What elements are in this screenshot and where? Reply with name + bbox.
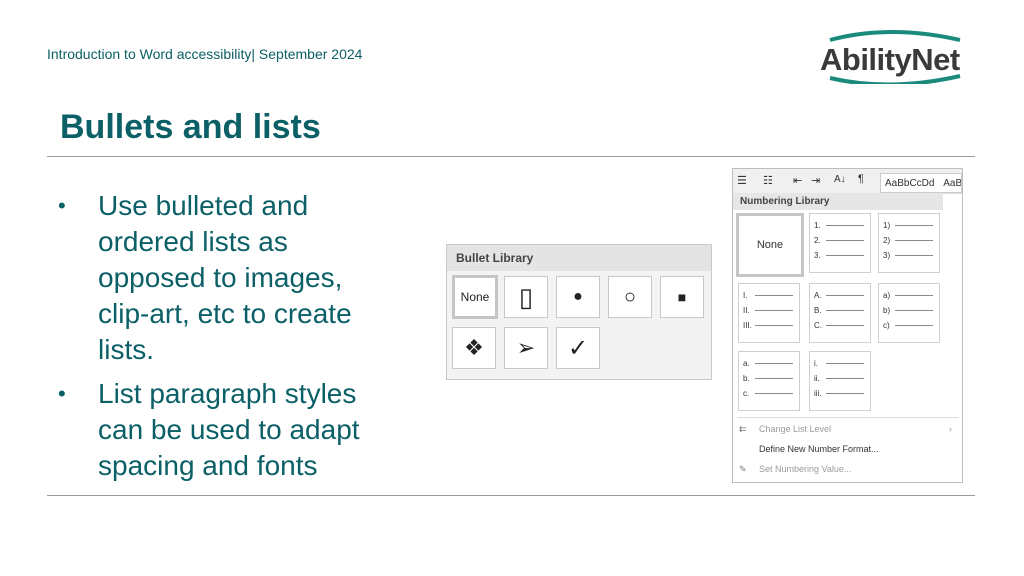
bullet-list: • Use bulleted and ordered lists as oppo… [58,188,388,492]
number-label: C. [814,320,822,330]
header-text: Introduction to Word accessibility| Sept… [47,46,363,62]
bullet-library-panel: Bullet Library None ▯ ● ○ ■ ❖ ➢ ✓ [446,244,712,380]
numbering-library-panel: ☰ ☷ ⇤ ⇥ A↓ ¶ AaBbCcDd AaB Numbering Libr… [732,168,963,483]
numbering-format-option[interactable]: 1. 2. 3. [809,213,871,273]
submenu-arrow-icon: › [949,424,952,434]
number-label: ii. [814,373,820,383]
list-item: • Use bulleted and ordered lists as oppo… [58,188,388,368]
footer-divider [47,495,975,496]
numbering-format-option[interactable]: A. B. C. [809,283,871,343]
numbering-none-option[interactable]: None [736,213,804,277]
bullet-filled-circle-option[interactable]: ● [556,276,600,318]
numbering-format-option[interactable]: a) b) c) [878,283,940,343]
set-numbering-value-icon: ✎ [739,464,747,474]
decrease-indent-icon[interactable]: ⇤ [793,174,802,187]
bullet-marker: • [58,193,66,218]
number-label: 1) [883,220,891,230]
number-label: b) [883,305,891,315]
sort-icon[interactable]: A↓ [834,174,846,185]
number-label: a. [743,358,750,368]
pilcrow-icon[interactable]: ¶ [858,173,864,185]
bullet-square-option[interactable]: ■ [660,276,704,318]
number-label: B. [814,305,822,315]
number-label: c. [743,388,750,398]
bullet-none-option[interactable]: None [452,275,498,319]
number-label: b. [743,373,750,383]
style-gallery-preview[interactable]: AaBbCcDd AaB [880,173,962,193]
bullet-hollow-circle-option[interactable]: ○ [608,276,652,318]
number-label: II. [743,305,750,315]
change-list-level-menu-item[interactable]: ⇇ Change List Level › [733,419,962,439]
title-divider [47,156,975,157]
bullet-checkmark-option[interactable]: ✓ [556,327,600,369]
number-label: a) [883,290,891,300]
number-label: 2. [814,235,821,245]
abilitynet-logo: AbilityNet [820,28,970,84]
number-label: 1. [814,220,821,230]
menu-item-label: Set Numbering Value... [759,464,852,474]
bullet-text: Use bulleted and ordered lists as oppose… [98,190,352,365]
number-label: iii. [814,388,822,398]
define-new-number-format-menu-item[interactable]: Define New Number Format... [733,439,962,459]
bullet-text: List paragraph styles can be used to ada… [98,378,360,481]
menu-divider [737,417,959,418]
number-label: i. [814,358,818,368]
bullets-icon[interactable]: ☰ [737,174,747,187]
bullet-diamond-option[interactable]: ❖ [452,327,496,369]
numbering-format-option[interactable]: I. II. III. [738,283,800,343]
number-label: I. [743,290,748,300]
number-label: 3. [814,250,821,260]
numbering-format-option[interactable]: a. b. c. [738,351,800,411]
set-numbering-value-menu-item[interactable]: ✎ Set Numbering Value... [733,459,962,479]
number-label: 2) [883,235,891,245]
multilevel-list-icon[interactable]: ☷ [763,174,773,187]
number-label: c) [883,320,890,330]
bullet-library-title: Bullet Library [447,245,711,271]
number-label: III. [743,320,752,330]
style-preview-normal[interactable]: AaBbCcDd [885,178,934,189]
list-item: • List paragraph styles can be used to a… [58,376,388,484]
bullet-marker: • [58,381,66,406]
style-preview-next[interactable]: AaB [943,178,961,189]
slide-title: Bullets and lists [60,108,321,146]
number-label: 3) [883,250,891,260]
numbering-format-option[interactable]: i. ii. iii. [809,351,871,411]
menu-item-label: Define New Number Format... [759,444,879,454]
number-label: A. [814,290,822,300]
increase-indent-icon[interactable]: ⇥ [811,174,820,187]
numbering-library-title: Numbering Library [733,193,943,210]
bullet-rectangle-option[interactable]: ▯ [504,276,548,318]
logo-text: AbilityNet [820,42,960,77]
numbering-format-option[interactable]: 1) 2) 3) [878,213,940,273]
bullet-arrow-option[interactable]: ➢ [504,327,548,369]
change-list-level-icon: ⇇ [739,424,747,434]
ribbon-toolbar: ☰ ☷ ⇤ ⇥ A↓ ¶ AaBbCcDd AaB [733,169,962,194]
menu-item-label: Change List Level [759,424,832,434]
